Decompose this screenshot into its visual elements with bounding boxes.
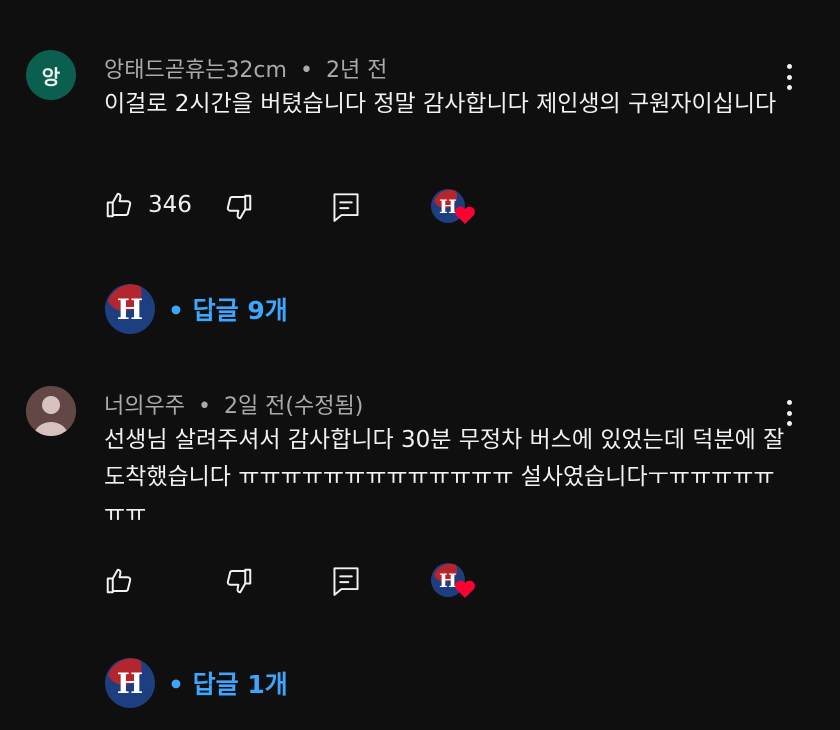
reply-button[interactable] — [332, 566, 360, 596]
creator-heart: H — [430, 187, 478, 227]
comment-text: 이걸로 2시간을 버텼습니다 정말 감사합니다 제인생의 구원자이십니다 — [104, 91, 777, 117]
dislike-button[interactable] — [224, 566, 254, 596]
creator-heart-icon: H — [431, 563, 475, 598]
channel-avatar: H — [105, 658, 155, 708]
svg-text:H: H — [439, 196, 457, 218]
comment-meta: 앙태드곧휴는32cm • 2년 전 — [104, 52, 387, 84]
comment-time[interactable]: 2일 전(수정됨) — [224, 394, 363, 419]
thumbs-up-icon — [106, 192, 132, 218]
comment-time[interactable]: 2년 전 — [326, 58, 387, 83]
comment-text: 선생님 살려주셔서 감사합니다 30분 무정차 버스에 있었는데 덕분에 잘 도… — [104, 427, 785, 527]
reply-button[interactable] — [332, 192, 360, 222]
thumbs-down-icon — [226, 568, 252, 594]
comment-thread-2: 너의우주 • 2일 전(수정됨) 선생님 살려주셔서 감사합니다 30분 무정차… — [0, 360, 840, 730]
replies-label: • 답글 1개 — [168, 670, 288, 699]
avatar-letter: 앙 — [41, 64, 61, 89]
meta-separator: • — [299, 58, 313, 83]
svg-text:H: H — [117, 293, 143, 326]
author-name[interactable]: 너의우주 — [104, 394, 185, 419]
creator-heart-icon: H — [431, 189, 475, 224]
avatar[interactable] — [26, 386, 76, 436]
more-vertical-icon — [786, 64, 792, 69]
like-count: 346 — [148, 192, 192, 218]
replies-label: • 답글 9개 — [168, 296, 288, 325]
dislike-button[interactable] — [224, 192, 254, 222]
more-vertical-icon — [786, 400, 792, 405]
author-name[interactable]: 앙태드곧휴는32cm — [104, 58, 287, 83]
comment-thread-1: 앙 앙태드곧휴는32cm • 2년 전 이걸로 2시간을 버텼습니다 정말 감사… — [0, 0, 840, 360]
default-person-icon — [26, 386, 76, 436]
channel-avatar: H — [105, 284, 155, 334]
avatar[interactable]: 앙 — [26, 50, 76, 100]
meta-separator: • — [197, 394, 211, 419]
replies-toggle[interactable]: H • 답글 1개 — [104, 657, 288, 709]
svg-text:H: H — [117, 667, 143, 700]
reply-icon — [333, 193, 359, 222]
like-button[interactable] — [104, 566, 148, 596]
thumbs-up-icon — [106, 568, 132, 594]
thumbs-down-icon — [226, 194, 252, 220]
creator-heart: H — [430, 561, 478, 601]
comment-meta: 너의우주 • 2일 전(수정됨) — [104, 388, 363, 420]
replies-toggle[interactable]: H • 답글 9개 — [104, 283, 288, 335]
svg-text:H: H — [439, 570, 457, 592]
like-button[interactable]: 346 — [104, 190, 192, 220]
reply-icon — [333, 567, 359, 596]
